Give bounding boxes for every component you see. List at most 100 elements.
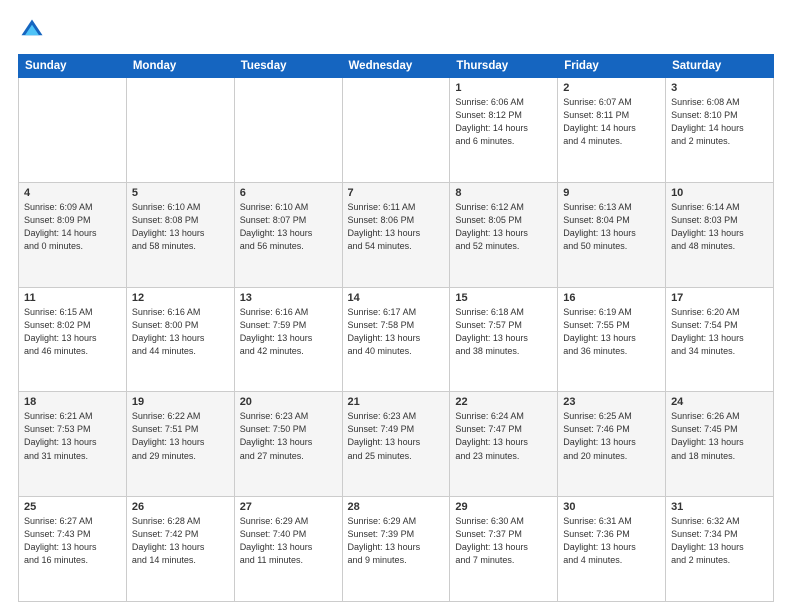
day-number: 23 <box>563 396 660 408</box>
calendar-cell: 27 Sunrise: 6:29 AM Sunset: 7:40 PM Dayli… <box>234 497 342 602</box>
page: SundayMondayTuesdayWednesdayThursdayFrid… <box>0 0 792 612</box>
calendar-cell: 18 Sunrise: 6:21 AM Sunset: 7:53 PM Dayli… <box>19 392 127 497</box>
calendar-cell: 22Sunrise: 6:24 AM Sunset: 7:47 PM Dayli… <box>450 392 558 497</box>
calendar-cell: 11 Sunrise: 6:15 AM Sunset: 8:02 PM Dayli… <box>19 287 127 392</box>
day-info: Sunrise: 6:25 AM Sunset: 7:46 PM Dayligh… <box>563 410 660 462</box>
calendar-header: SundayMondayTuesdayWednesdayThursdayFrid… <box>19 55 774 78</box>
calendar-cell <box>126 78 234 183</box>
calendar-cell: 21 Sunrise: 6:23 AM Sunset: 7:49 PM Dayli… <box>342 392 450 497</box>
day-number: 5 <box>132 187 229 199</box>
calendar-cell <box>342 78 450 183</box>
day-info: Sunrise: 6:09 AM Sunset: 8:09 PM Dayligh… <box>24 201 121 253</box>
calendar-cell: 6 Sunrise: 6:10 AM Sunset: 8:07 PM Daylig… <box>234 182 342 287</box>
day-info: Sunrise: 6:08 AM Sunset: 8:10 PM Dayligh… <box>671 96 768 148</box>
weekday-monday: Monday <box>126 55 234 78</box>
day-info: Sunrise: 6:17 AM Sunset: 7:58 PM Dayligh… <box>348 306 445 358</box>
day-number: 3 <box>671 82 768 94</box>
weekday-thursday: Thursday <box>450 55 558 78</box>
calendar-row-2: 11 Sunrise: 6:15 AM Sunset: 8:02 PM Dayli… <box>19 287 774 392</box>
calendar-cell: 5 Sunrise: 6:10 AM Sunset: 8:08 PM Daylig… <box>126 182 234 287</box>
day-number: 13 <box>240 292 337 304</box>
day-number: 12 <box>132 292 229 304</box>
day-number: 9 <box>563 187 660 199</box>
header <box>18 16 774 44</box>
calendar-cell: 8Sunrise: 6:12 AM Sunset: 8:05 PM Daylig… <box>450 182 558 287</box>
weekday-sunday: Sunday <box>19 55 127 78</box>
calendar-row-1: 4Sunrise: 6:09 AM Sunset: 8:09 PM Daylig… <box>19 182 774 287</box>
calendar-cell: 13 Sunrise: 6:16 AM Sunset: 7:59 PM Dayli… <box>234 287 342 392</box>
calendar-cell: 15 Sunrise: 6:18 AM Sunset: 7:57 PM Dayli… <box>450 287 558 392</box>
calendar: SundayMondayTuesdayWednesdayThursdayFrid… <box>18 54 774 602</box>
day-number: 7 <box>348 187 445 199</box>
day-info: Sunrise: 6:12 AM Sunset: 8:05 PM Dayligh… <box>455 201 552 253</box>
day-info: Sunrise: 6:06 AM Sunset: 8:12 PM Dayligh… <box>455 96 552 148</box>
day-info: Sunrise: 6:23 AM Sunset: 7:49 PM Dayligh… <box>348 410 445 462</box>
day-number: 1 <box>455 82 552 94</box>
day-info: Sunrise: 6:10 AM Sunset: 8:08 PM Dayligh… <box>132 201 229 253</box>
calendar-cell: 26 Sunrise: 6:28 AM Sunset: 7:42 PM Dayli… <box>126 497 234 602</box>
day-info: Sunrise: 6:24 AM Sunset: 7:47 PM Dayligh… <box>455 410 552 462</box>
day-number: 15 <box>455 292 552 304</box>
calendar-cell: 24Sunrise: 6:26 AM Sunset: 7:45 PM Dayli… <box>666 392 774 497</box>
day-info: Sunrise: 6:28 AM Sunset: 7:42 PM Dayligh… <box>132 515 229 567</box>
calendar-cell: 4Sunrise: 6:09 AM Sunset: 8:09 PM Daylig… <box>19 182 127 287</box>
day-info: Sunrise: 6:27 AM Sunset: 7:43 PM Dayligh… <box>24 515 121 567</box>
day-number: 2 <box>563 82 660 94</box>
day-info: Sunrise: 6:16 AM Sunset: 7:59 PM Dayligh… <box>240 306 337 358</box>
day-info: Sunrise: 6:07 AM Sunset: 8:11 PM Dayligh… <box>563 96 660 148</box>
day-info: Sunrise: 6:30 AM Sunset: 7:37 PM Dayligh… <box>455 515 552 567</box>
day-info: Sunrise: 6:11 AM Sunset: 8:06 PM Dayligh… <box>348 201 445 253</box>
calendar-cell: 14 Sunrise: 6:17 AM Sunset: 7:58 PM Dayli… <box>342 287 450 392</box>
calendar-row-3: 18 Sunrise: 6:21 AM Sunset: 7:53 PM Dayli… <box>19 392 774 497</box>
day-number: 28 <box>348 501 445 513</box>
day-number: 26 <box>132 501 229 513</box>
calendar-cell: 23 Sunrise: 6:25 AM Sunset: 7:46 PM Dayli… <box>558 392 666 497</box>
calendar-cell: 3 Sunrise: 6:08 AM Sunset: 8:10 PM Daylig… <box>666 78 774 183</box>
weekday-saturday: Saturday <box>666 55 774 78</box>
calendar-cell: 31Sunrise: 6:32 AM Sunset: 7:34 PM Dayli… <box>666 497 774 602</box>
calendar-row-0: 1 Sunrise: 6:06 AM Sunset: 8:12 PM Daylig… <box>19 78 774 183</box>
calendar-cell: 20Sunrise: 6:23 AM Sunset: 7:50 PM Dayli… <box>234 392 342 497</box>
day-info: Sunrise: 6:15 AM Sunset: 8:02 PM Dayligh… <box>24 306 121 358</box>
calendar-cell: 19Sunrise: 6:22 AM Sunset: 7:51 PM Dayli… <box>126 392 234 497</box>
day-number: 27 <box>240 501 337 513</box>
day-number: 16 <box>563 292 660 304</box>
weekday-header-row: SundayMondayTuesdayWednesdayThursdayFrid… <box>19 55 774 78</box>
calendar-cell: 2 Sunrise: 6:07 AM Sunset: 8:11 PM Daylig… <box>558 78 666 183</box>
calendar-cell: 30 Sunrise: 6:31 AM Sunset: 7:36 PM Dayli… <box>558 497 666 602</box>
day-number: 6 <box>240 187 337 199</box>
day-number: 20 <box>240 396 337 408</box>
day-info: Sunrise: 6:20 AM Sunset: 7:54 PM Dayligh… <box>671 306 768 358</box>
day-number: 21 <box>348 396 445 408</box>
weekday-wednesday: Wednesday <box>342 55 450 78</box>
logo-icon <box>18 16 46 44</box>
day-info: Sunrise: 6:31 AM Sunset: 7:36 PM Dayligh… <box>563 515 660 567</box>
day-info: Sunrise: 6:19 AM Sunset: 7:55 PM Dayligh… <box>563 306 660 358</box>
calendar-cell <box>19 78 127 183</box>
day-number: 19 <box>132 396 229 408</box>
day-number: 11 <box>24 292 121 304</box>
calendar-cell: 7 Sunrise: 6:11 AM Sunset: 8:06 PM Daylig… <box>342 182 450 287</box>
day-info: Sunrise: 6:10 AM Sunset: 8:07 PM Dayligh… <box>240 201 337 253</box>
weekday-friday: Friday <box>558 55 666 78</box>
day-number: 29 <box>455 501 552 513</box>
day-number: 24 <box>671 396 768 408</box>
day-info: Sunrise: 6:29 AM Sunset: 7:40 PM Dayligh… <box>240 515 337 567</box>
day-number: 30 <box>563 501 660 513</box>
calendar-cell: 12Sunrise: 6:16 AM Sunset: 8:00 PM Dayli… <box>126 287 234 392</box>
calendar-cell: 25 Sunrise: 6:27 AM Sunset: 7:43 PM Dayli… <box>19 497 127 602</box>
calendar-cell: 10Sunrise: 6:14 AM Sunset: 8:03 PM Dayli… <box>666 182 774 287</box>
day-number: 25 <box>24 501 121 513</box>
day-info: Sunrise: 6:14 AM Sunset: 8:03 PM Dayligh… <box>671 201 768 253</box>
day-info: Sunrise: 6:21 AM Sunset: 7:53 PM Dayligh… <box>24 410 121 462</box>
calendar-body: 1 Sunrise: 6:06 AM Sunset: 8:12 PM Daylig… <box>19 78 774 602</box>
weekday-tuesday: Tuesday <box>234 55 342 78</box>
logo <box>18 16 48 44</box>
day-info: Sunrise: 6:29 AM Sunset: 7:39 PM Dayligh… <box>348 515 445 567</box>
day-number: 14 <box>348 292 445 304</box>
day-number: 18 <box>24 396 121 408</box>
day-info: Sunrise: 6:13 AM Sunset: 8:04 PM Dayligh… <box>563 201 660 253</box>
day-info: Sunrise: 6:18 AM Sunset: 7:57 PM Dayligh… <box>455 306 552 358</box>
calendar-cell <box>234 78 342 183</box>
calendar-cell: 17Sunrise: 6:20 AM Sunset: 7:54 PM Dayli… <box>666 287 774 392</box>
